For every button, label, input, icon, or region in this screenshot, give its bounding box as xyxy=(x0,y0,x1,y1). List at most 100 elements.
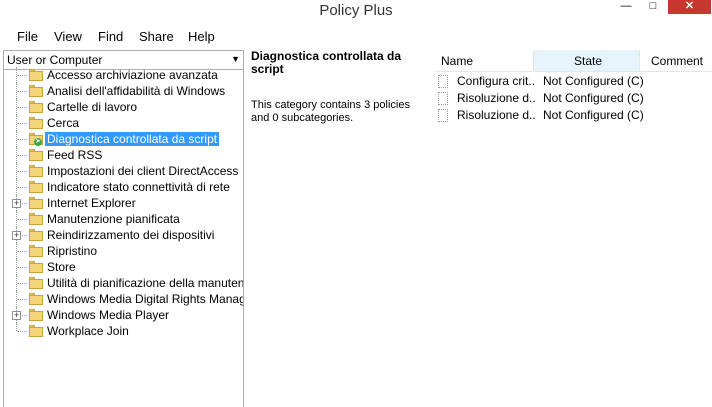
policy-name: Configura crit... xyxy=(457,74,535,88)
policy-row[interactable]: Risoluzione d... Not Configured (C) xyxy=(438,107,712,124)
tree-line xyxy=(17,107,27,108)
tree-node-label: Utilità di pianificazione della manutenz… xyxy=(47,276,244,290)
tree-node-label: Indicatore stato connettività di rete xyxy=(47,180,230,194)
tree-node[interactable]: Impostazioni dei client DirectAccess xyxy=(4,163,243,179)
window-title: Policy Plus xyxy=(319,2,393,19)
tree-node-label: Cerca xyxy=(47,116,80,130)
tree-line xyxy=(17,299,27,300)
tree-node-label: Workplace Join xyxy=(47,324,129,338)
tree-node[interactable]: Cerca xyxy=(4,115,243,131)
tree-node[interactable]: Utilità di pianificazione della manutenz… xyxy=(4,275,243,291)
tree-line xyxy=(17,331,27,332)
folder-icon xyxy=(29,325,43,337)
policy-state: Not Configured (C) xyxy=(543,91,644,105)
tree-node[interactable]: Indicatore stato connettività di rete xyxy=(4,179,243,195)
title-bar: Policy Plus — □ ✕ xyxy=(0,0,712,24)
folder-icon xyxy=(29,117,43,129)
tree-node-label: Manutenzione pianificata xyxy=(47,212,180,226)
tree-node-label: Internet Explorer xyxy=(47,196,136,210)
tree-node-label: Windows Media Player xyxy=(47,308,170,322)
chevron-down-icon[interactable]: ▼ xyxy=(231,54,240,64)
expand-icon[interactable]: + xyxy=(12,199,21,208)
category-title: Diagnostica controllata da script xyxy=(251,49,402,76)
folder-icon xyxy=(29,69,43,81)
maximize-button[interactable]: □ xyxy=(640,0,666,14)
folder-icon xyxy=(29,213,43,225)
folder-open-icon: ➤ xyxy=(29,133,43,146)
tree-node-label: Store xyxy=(47,260,76,274)
tree-node[interactable]: ➤ Diagnostica controllata da script xyxy=(4,131,243,147)
expand-icon[interactable]: + xyxy=(12,231,21,240)
tree-node[interactable]: Ripristino xyxy=(4,243,243,259)
policy-row[interactable]: Configura crit... Not Configured (C) xyxy=(438,73,712,90)
scope-value: User or Computer xyxy=(7,53,103,67)
tree-node[interactable]: Manutenzione pianificata xyxy=(4,211,243,227)
column-name-label: Name xyxy=(441,54,474,68)
folder-icon xyxy=(29,197,43,209)
tree-node-label: Impostazioni dei client DirectAccess xyxy=(47,164,239,178)
column-header-state[interactable]: State xyxy=(533,50,640,72)
folder-icon xyxy=(29,245,43,257)
menu-share[interactable]: Share xyxy=(139,29,174,44)
policy-row[interactable]: Risoluzione d... Not Configured (C) xyxy=(438,90,712,107)
expand-icon[interactable]: + xyxy=(12,311,21,320)
column-state-label: State xyxy=(574,54,603,68)
tree-node[interactable]: + Windows Media Player xyxy=(4,307,243,323)
folder-icon xyxy=(29,85,43,97)
tree-node-label: Analisi dell'affidabilità di Windows xyxy=(47,84,226,98)
menu-file[interactable]: File xyxy=(17,29,38,44)
folder-icon xyxy=(29,261,43,273)
tree-line xyxy=(17,139,27,140)
tree-node[interactable]: Cartelle di lavoro xyxy=(4,99,243,115)
menu-view[interactable]: View xyxy=(54,29,82,44)
tree-node[interactable]: + Reindirizzamento dei dispositivi xyxy=(4,227,243,243)
column-header-comment[interactable]: Comment xyxy=(639,50,712,72)
tree-line xyxy=(17,187,27,188)
tree-node-label: Ripristino xyxy=(47,244,98,258)
tree-node[interactable]: Windows Media Digital Rights Manageme xyxy=(4,291,243,307)
folder-icon xyxy=(29,293,43,305)
tree-node[interactable]: Store xyxy=(4,259,243,275)
tree-line xyxy=(16,323,17,331)
policy-name: Risoluzione d... xyxy=(457,108,535,122)
tree-line xyxy=(17,267,27,268)
policy-icon xyxy=(438,75,448,88)
category-description: This category contains 3 policies and 0 … xyxy=(251,99,410,124)
policy-state: Not Configured (C) xyxy=(543,108,644,122)
folder-icon xyxy=(29,101,43,113)
tree-line xyxy=(17,171,27,172)
category-pane: User or Computer ▼ Accesso archiviazione… xyxy=(3,50,244,407)
folder-icon xyxy=(29,309,43,321)
folder-icon xyxy=(29,149,43,161)
folder-icon xyxy=(29,277,43,289)
close-button[interactable]: ✕ xyxy=(668,0,711,14)
minimize-button[interactable]: — xyxy=(613,0,639,14)
tree-line xyxy=(17,219,27,220)
detail-pane: Diagnostica controllata da script This c… xyxy=(244,50,712,406)
policy-state: Not Configured (C) xyxy=(543,74,644,88)
column-header-name[interactable]: Name xyxy=(435,50,532,72)
tree-line xyxy=(17,251,27,252)
tree-node[interactable]: Feed RSS xyxy=(4,147,243,163)
menu-bar: File View Find Share Help xyxy=(0,26,712,48)
folder-icon xyxy=(29,165,43,177)
tree-node[interactable]: + Internet Explorer xyxy=(4,195,243,211)
folder-icon xyxy=(29,181,43,193)
tree-node[interactable]: Analisi dell'affidabilità di Windows xyxy=(4,83,243,99)
column-comment-label: Comment xyxy=(651,54,704,68)
tree-node-label: Diagnostica controllata da script xyxy=(45,132,220,146)
tree-line xyxy=(17,75,27,76)
tree-node-label: Feed RSS xyxy=(47,148,103,162)
tree-node-label: Cartelle di lavoro xyxy=(47,100,138,114)
tree-node-label: Windows Media Digital Rights Manageme xyxy=(47,292,243,306)
tree-node[interactable]: Workplace Join xyxy=(4,323,243,339)
policy-name: Risoluzione d... xyxy=(457,91,535,105)
tree-line xyxy=(17,155,27,156)
policy-icon xyxy=(438,109,448,122)
menu-find[interactable]: Find xyxy=(98,29,123,44)
menu-help[interactable]: Help xyxy=(188,29,215,44)
tree-node-label: Accesso archiviazione avanzata xyxy=(47,68,218,82)
folder-icon xyxy=(29,229,43,241)
policy-icon xyxy=(438,92,448,105)
tree-node[interactable]: Accesso archiviazione avanzata xyxy=(4,67,243,83)
